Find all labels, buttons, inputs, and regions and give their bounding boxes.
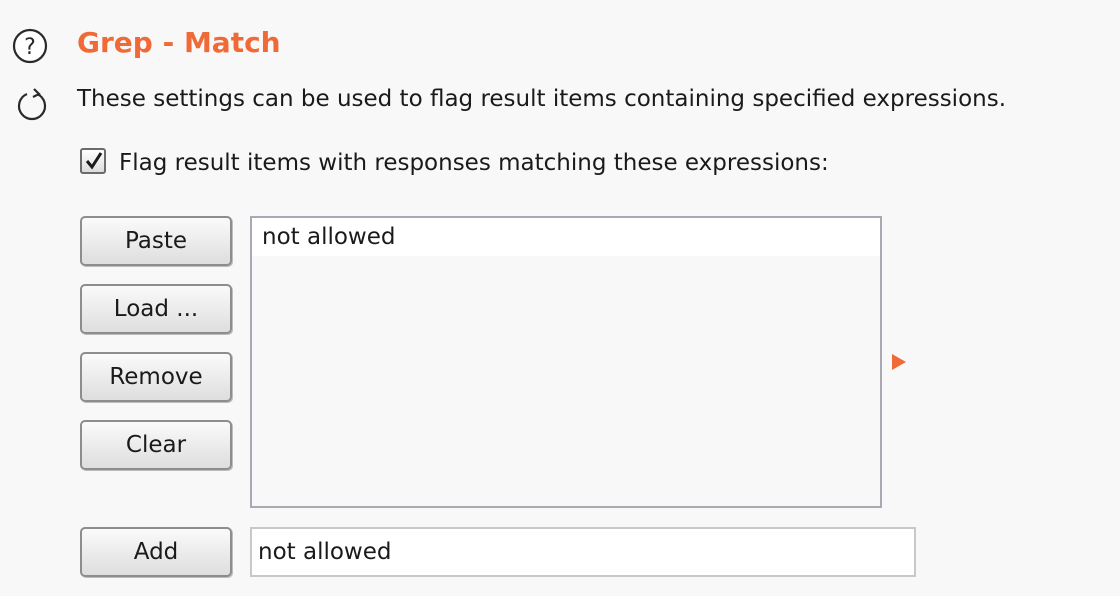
paste-button[interactable]: Paste [80, 216, 232, 266]
expressions-list[interactable]: not allowed [250, 216, 882, 508]
section-title: Grep - Match [77, 26, 281, 59]
svg-text:?: ? [24, 35, 36, 60]
add-button[interactable]: Add [80, 527, 232, 577]
list-item[interactable]: not allowed [252, 218, 880, 256]
flag-matching-checkbox[interactable] [80, 148, 106, 174]
help-icon[interactable]: ? [12, 28, 48, 64]
add-expression-input[interactable] [250, 527, 916, 577]
section-description: These settings can be used to flag resul… [77, 86, 1007, 112]
refresh-icon[interactable] [15, 82, 49, 122]
remove-button[interactable]: Remove [80, 352, 232, 402]
flag-matching-label: Flag result items with responses matchin… [119, 150, 829, 176]
load-button[interactable]: Load ... [80, 284, 232, 334]
expand-arrow-icon[interactable] [890, 352, 908, 372]
clear-button[interactable]: Clear [80, 420, 232, 470]
checkmark-icon [85, 152, 103, 170]
